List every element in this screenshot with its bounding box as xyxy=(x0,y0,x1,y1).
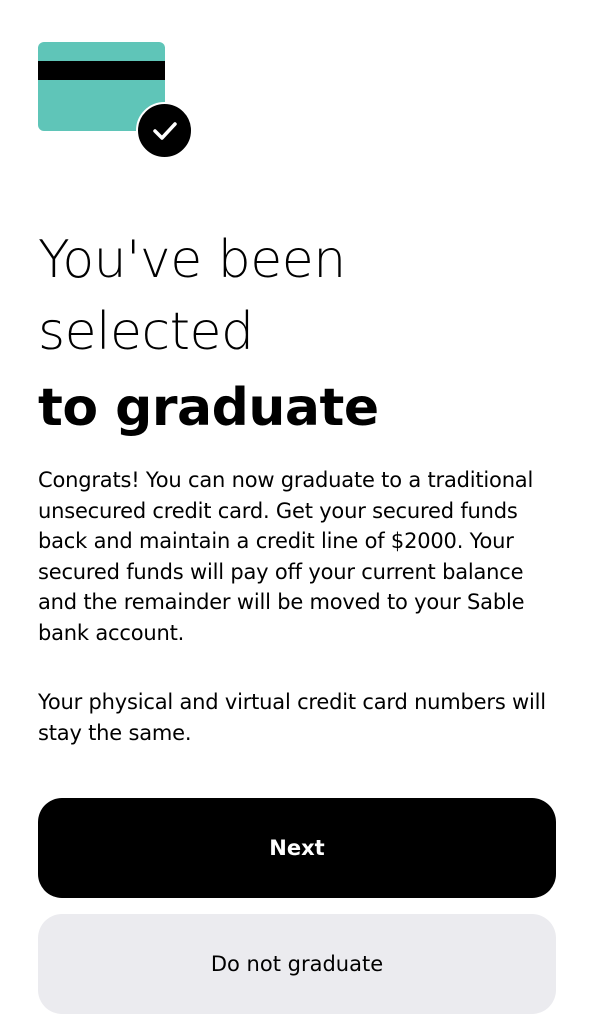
title-line-3: to graduate xyxy=(38,378,379,438)
do-not-graduate-button[interactable]: Do not graduate xyxy=(38,914,556,1014)
title-line-1: You've been xyxy=(38,230,346,290)
next-button[interactable]: Next xyxy=(38,798,556,898)
credit-card-illustration xyxy=(38,42,196,162)
card-numbers-note: Your physical and virtual credit card nu… xyxy=(38,690,546,745)
page-title: You've been selected to graduate xyxy=(38,224,558,448)
card-magnetic-stripe xyxy=(38,61,165,80)
checkmark-glyph xyxy=(152,121,177,140)
congrats-description: Congrats! You can now graduate to a trad… xyxy=(38,468,534,645)
check-icon xyxy=(136,102,193,159)
title-line-2: selected xyxy=(38,302,254,362)
